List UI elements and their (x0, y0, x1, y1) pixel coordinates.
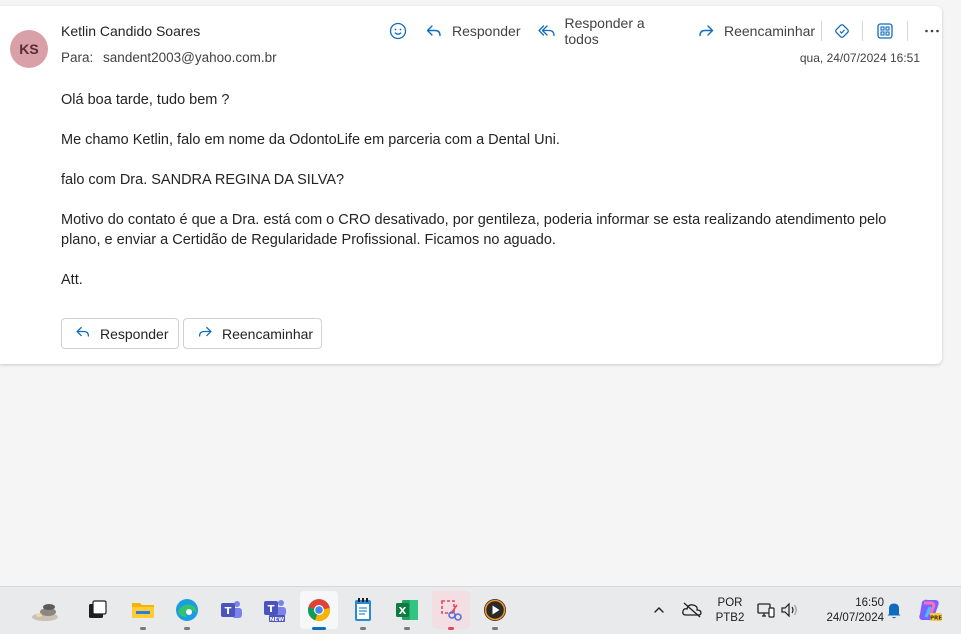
keyboard-layout: PTB2 (715, 612, 745, 624)
media-player-icon[interactable] (480, 595, 510, 630)
cloud-offline-icon[interactable] (678, 595, 706, 625)
clock-date: 24/07/2024 (826, 612, 884, 624)
reply-button[interactable]: Responder (424, 19, 521, 43)
svg-text:T: T (268, 604, 275, 615)
teams-new-icon[interactable]: T NEW (260, 595, 290, 625)
body-paragraph: Att. (61, 272, 83, 288)
body-paragraph: Motivo do contato é que a Dra. está com … (61, 212, 887, 248)
chrome-icon[interactable] (300, 591, 338, 630)
chevron-up-icon[interactable] (646, 595, 672, 625)
network-icon[interactable] (755, 595, 777, 625)
toolbar-divider (862, 21, 864, 41)
diamond-icon (832, 21, 852, 41)
file-explorer-icon[interactable] (128, 595, 158, 630)
footer-reply-button[interactable]: Responder (61, 318, 179, 349)
reply-icon (74, 323, 92, 344)
volume-icon[interactable] (778, 595, 800, 625)
forward-button[interactable]: Reencaminhar (696, 19, 815, 43)
reply-all-label: Responder a todos (564, 15, 645, 47)
footer-reply-label: Responder (100, 325, 169, 342)
message-actions-toolbar: Responder Responder a todos Reencaminhar (388, 15, 942, 47)
recipient-address[interactable]: sandent2003@yahoo.com.br (103, 50, 277, 65)
forward-icon (696, 21, 716, 41)
excel-icon[interactable]: X (392, 595, 422, 630)
apps-grid-button[interactable] (875, 19, 895, 43)
widgets-icon[interactable] (30, 595, 60, 625)
recipient-line: Para: sandent2003@yahoo.com.br (61, 50, 277, 65)
svg-text:T: T (225, 606, 232, 617)
to-label: Para: (61, 50, 94, 65)
svg-text:NEW: NEW (270, 617, 284, 623)
sent-date: qua, 24/07/2024 16:51 (799, 51, 920, 65)
clock[interactable]: 16:50 24/07/2024 (812, 596, 884, 626)
copilot-icon[interactable]: PRE (914, 595, 946, 625)
reply-label: Responder (452, 23, 521, 39)
body-paragraph: Me chamo Ketlin, falo em nome da OdontoL… (61, 132, 560, 148)
sender-name[interactable]: Ketlin Candido Soares (61, 23, 200, 39)
notepad-icon[interactable] (348, 595, 378, 630)
language-code: POR (717, 597, 743, 609)
grid-icon (875, 21, 895, 41)
teams-icon[interactable]: T (216, 595, 246, 625)
forward-icon (196, 323, 214, 344)
taskbar: T T NEW X POR PTB2 16:50 24/07/2024 PRE (0, 586, 961, 634)
toolbar-divider (907, 21, 909, 41)
clock-time: 16:50 (855, 597, 884, 609)
reply-all-icon (537, 21, 557, 41)
svg-text:X: X (399, 606, 407, 617)
footer-forward-label: Reencaminhar (222, 325, 314, 342)
message-body: Olá boa tarde, tudo bem ? Me chamo Ketli… (61, 90, 921, 310)
forward-label: Reencaminhar (724, 23, 816, 39)
email-reading-pane: KS Ketlin Candido Soares Para: sandent20… (0, 6, 942, 364)
notification-bell-icon[interactable] (882, 595, 906, 625)
more-icon (922, 21, 942, 41)
toolbar-divider (821, 21, 823, 41)
snipping-tool-icon[interactable] (432, 591, 470, 630)
edge-icon[interactable] (172, 595, 202, 630)
body-paragraph: Olá boa tarde, tudo bem ? (61, 92, 230, 108)
task-view-icon[interactable] (82, 595, 112, 625)
more-actions-button[interactable] (922, 19, 942, 43)
body-paragraph: falo com Dra. SANDRA REGINA DA SILVA? (61, 172, 345, 188)
svg-text:PRE: PRE (930, 616, 942, 622)
avatar[interactable]: KS (10, 30, 48, 68)
emoji-reaction-button[interactable] (388, 19, 408, 43)
footer-forward-button[interactable]: Reencaminhar (183, 318, 322, 349)
reply-all-button[interactable]: Responder a todos (537, 15, 681, 47)
smiley-icon (388, 21, 408, 41)
reply-icon (424, 21, 444, 41)
apps-button[interactable] (832, 19, 852, 43)
input-language[interactable]: POR PTB2 (710, 596, 750, 626)
